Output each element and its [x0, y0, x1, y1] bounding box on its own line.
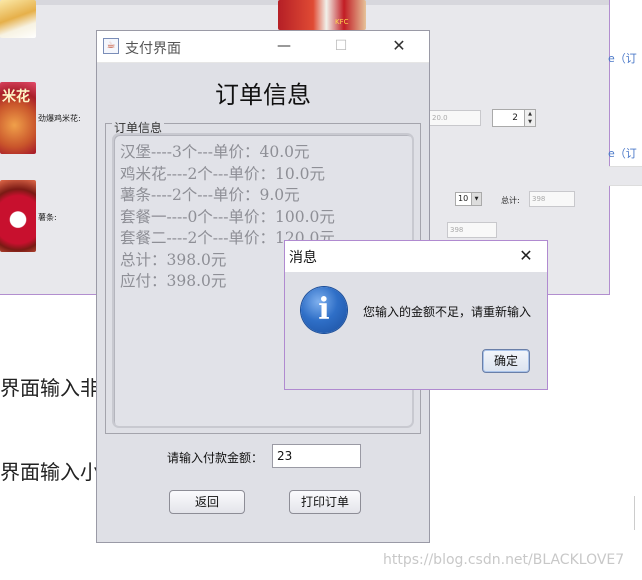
message-titlebar[interactable]: 消息 ✕	[285, 241, 547, 272]
order-line-burger: 汉堡----3个---单价：40.0元	[120, 143, 310, 161]
message-close-icon[interactable]: ✕	[509, 245, 543, 267]
edge-text-1: e（订	[608, 52, 637, 65]
doc-line-2: 界面输入小	[0, 460, 100, 484]
payment-amount-label: 请输入付款金额：	[167, 451, 264, 465]
info-icon: i	[301, 287, 347, 333]
order-line-fries: 薯条----2个---单价：9.0元	[120, 186, 300, 204]
order-line-popcorn: 鸡米花----2个---单价：10.0元	[120, 164, 326, 183]
spinner-value: 2	[512, 113, 518, 123]
spinner-up-icon[interactable]: ▲	[525, 110, 535, 118]
payment-titlebar[interactable]: ☕ 支付界面 — ☐ ✕	[97, 31, 429, 63]
background-strip	[609, 166, 642, 186]
ok-button[interactable]: 确定	[482, 349, 530, 373]
message-text: 您输入的金额不足，请重新输入	[363, 305, 532, 319]
paid-field[interactable]: 398	[447, 222, 497, 238]
close-icon[interactable]: ✕	[379, 35, 419, 57]
popcorn-price-field[interactable]: 20.0	[429, 110, 481, 126]
payment-window-title: 支付界面	[125, 41, 181, 57]
print-order-button[interactable]: 打印订单	[289, 490, 361, 514]
popcorn-image-caption: 米花	[2, 89, 30, 105]
spinner-down-icon[interactable]: ▼	[525, 118, 535, 126]
message-dialog-title: 消息	[289, 250, 317, 266]
order-line-combo1: 套餐一----0个---单价：100.0元	[120, 207, 335, 226]
doc-line-1: 界面输入非	[0, 376, 100, 400]
kfc-image	[278, 0, 366, 30]
payment-amount-input[interactable]: 23	[272, 444, 361, 468]
burger-image	[0, 0, 36, 38]
doc-divider	[634, 496, 642, 530]
info-glyph: i	[318, 292, 330, 327]
fries-label: 薯条:	[38, 213, 57, 222]
edge-text-2: e（订	[608, 147, 637, 160]
minimize-icon[interactable]: —	[264, 35, 304, 57]
message-dialog: 消息 ✕ i 您输入的金额不足，请重新输入 确定	[284, 240, 548, 390]
java-app-icon: ☕	[103, 38, 119, 54]
watermark: https://blog.csdn.net/BLACKLOVE7	[383, 552, 625, 568]
order-info-heading: 订单信息	[215, 81, 311, 109]
popcorn-label: 劲爆鸡米花:	[38, 114, 81, 123]
kfc-image-caption: KFC	[335, 18, 349, 26]
combo-arrow-icon[interactable]: ▼	[471, 193, 481, 205]
total-label: 总计:	[501, 196, 520, 205]
maximize-icon[interactable]: ☐	[321, 35, 361, 57]
combo-value: 10	[458, 194, 469, 203]
popcorn-quantity-spinner[interactable]: 2 ▲ ▼	[492, 109, 536, 127]
fries-image	[0, 180, 36, 252]
back-button[interactable]: 返回	[169, 490, 245, 514]
quantity-combo[interactable]: 10 ▼	[455, 192, 482, 206]
spinner-arrows-icon[interactable]: ▲ ▼	[524, 110, 535, 126]
total-field[interactable]: 398	[529, 191, 575, 207]
